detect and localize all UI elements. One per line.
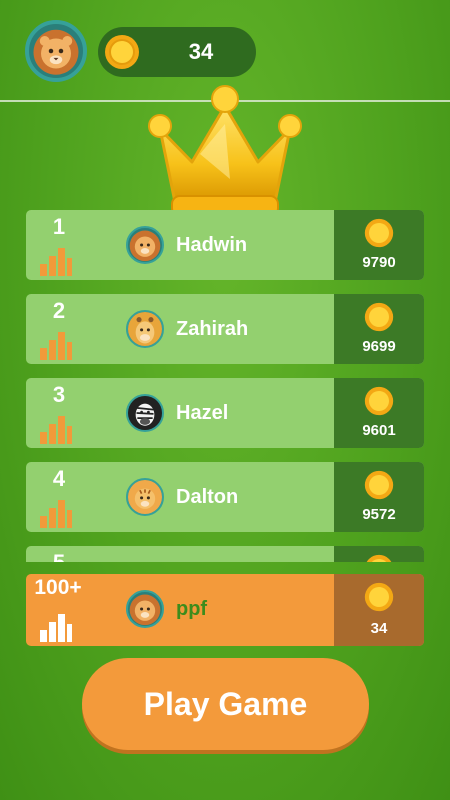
avatar <box>126 590 164 628</box>
player-name: Dalton <box>176 486 239 508</box>
score-value: 34 <box>370 620 388 637</box>
coin-icon <box>364 302 394 332</box>
player-name: Hazel <box>176 402 229 424</box>
zebra-icon <box>128 396 162 430</box>
avatar <box>126 310 164 348</box>
coin-icon <box>364 386 394 416</box>
lion-icon <box>129 594 161 626</box>
leaderboard-list[interactable]: 1 Hadwin 9790 2 Zahirah 9699 3 Hazel 960… <box>26 210 424 562</box>
rank-bars-icon <box>40 332 72 360</box>
coin-icon <box>364 218 394 248</box>
score-value: 9572 <box>362 506 396 523</box>
lion-icon <box>129 230 161 262</box>
rank-bars-icon <box>40 614 72 642</box>
coin-balance: 34 <box>98 27 256 77</box>
tiger-icon <box>128 480 162 514</box>
giraffe-icon <box>128 312 162 346</box>
coin-count: 34 <box>188 39 214 64</box>
avatar <box>126 226 164 264</box>
rank-bars-icon <box>40 248 72 276</box>
coin-icon <box>364 582 394 612</box>
rank-bars-icon <box>40 416 72 444</box>
rank-bars-icon <box>40 500 72 528</box>
player-name: Hadwin <box>176 234 248 256</box>
score-value: 9601 <box>362 422 396 439</box>
leaderboard-row: 1 Hadwin 9790 <box>26 210 424 280</box>
leaderboard-row: 5 <box>26 546 424 562</box>
player-avatar[interactable] <box>25 20 87 82</box>
score-value: 9790 <box>362 254 396 271</box>
leaderboard-row: 2 Zahirah 9699 <box>26 294 424 364</box>
leaderboard-row: 3 Hazel 9601 <box>26 378 424 448</box>
coin-icon <box>105 35 139 69</box>
play-game-button[interactable]: Play Game <box>82 658 369 750</box>
player-name: ppf <box>176 598 208 620</box>
crown-icon <box>148 85 302 217</box>
avatar <box>126 394 164 432</box>
coin-icon <box>366 554 392 562</box>
rank-number: 4 <box>52 466 66 491</box>
rank-number: 5 <box>44 550 74 562</box>
lion-icon <box>33 29 79 75</box>
avatar <box>126 478 164 516</box>
coin-icon <box>364 470 394 500</box>
current-player-row: 100+ ppf 34 <box>26 574 424 646</box>
rank-number: 1 <box>52 214 66 239</box>
rank-number: 100+ <box>34 576 82 599</box>
leaderboard-row: 4 Dalton 9572 <box>26 462 424 532</box>
player-name: Zahirah <box>176 318 249 340</box>
rank-number: 2 <box>52 298 66 323</box>
rank-number: 3 <box>52 382 66 407</box>
score-value: 9699 <box>362 338 396 355</box>
